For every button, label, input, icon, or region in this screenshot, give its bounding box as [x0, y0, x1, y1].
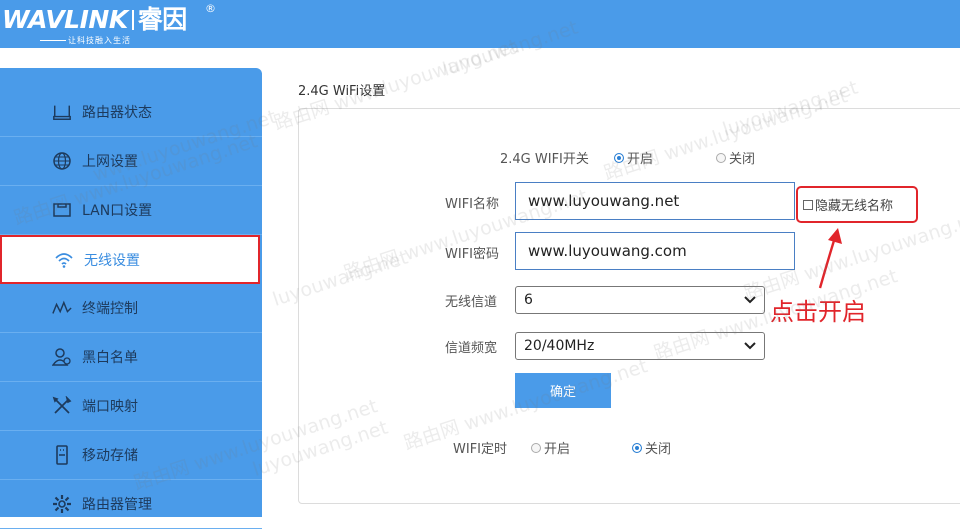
- hide-ssid-highlight[interactable]: 隐藏无线名称: [796, 186, 918, 223]
- sidebar-item-black-white-list[interactable]: 黑白名单: [0, 333, 262, 382]
- wifi-switch-label: 2.4G WIFI开关: [500, 152, 589, 167]
- sidebar-item-label: 路由器状态: [82, 105, 152, 121]
- radio-unselected-icon: [531, 442, 541, 453]
- hide-ssid-checkbox[interactable]: [803, 199, 813, 210]
- top-header: WAVLINK 睿因 ® 让科技融入生活: [0, 0, 960, 48]
- brand-tagline: 让科技融入生活: [68, 36, 131, 45]
- sidebar-item-label: 移动存储: [82, 448, 138, 464]
- wifi-timer-off-radio[interactable]: 关闭: [632, 438, 671, 457]
- wifi-icon: [54, 250, 74, 270]
- users-icon: [52, 347, 72, 367]
- sidebar-item-internet-settings[interactable]: 上网设置: [0, 137, 262, 186]
- sidebar-item-router-status[interactable]: 路由器状态: [0, 88, 262, 137]
- chevron-down-icon: [744, 340, 756, 352]
- hide-ssid-label: 隐藏无线名称: [815, 199, 894, 214]
- radio-selected-icon: [632, 442, 642, 453]
- sidebar-item-label: 无线设置: [84, 252, 140, 269]
- sidebar-item-device-control[interactable]: 终端控制: [0, 284, 262, 333]
- channel-select[interactable]: 6: [515, 286, 765, 314]
- lan-port-icon: [52, 200, 72, 220]
- globe-icon: [52, 151, 72, 171]
- sidebar-nav: 路由器状态 上网设置 LAN口设置 无线设置 终端控制 黑白名单 端口映射 移动…: [0, 68, 262, 529]
- radio-unselected-icon: [716, 152, 726, 163]
- annotation-text: 点击开启: [770, 298, 866, 326]
- sidebar-item-router-management[interactable]: 路由器管理: [0, 480, 262, 529]
- radio-selected-icon: [614, 152, 624, 163]
- sidebar-item-label: 路由器管理: [82, 497, 152, 513]
- annotation-arrow-icon: [818, 228, 842, 289]
- sidebar-item-wireless-settings[interactable]: 无线设置: [0, 235, 260, 284]
- tools-icon: [52, 396, 72, 416]
- wifi-timer-label: WIFI定时: [453, 442, 507, 457]
- ssid-input[interactable]: www.luyouwang.net: [515, 182, 795, 220]
- sidebar-item-label: 端口映射: [82, 399, 138, 415]
- sidebar-item-label: LAN口设置: [82, 203, 153, 219]
- sidebar-item-label: 上网设置: [82, 154, 138, 170]
- sidebar-item-lan-settings[interactable]: LAN口设置: [0, 186, 262, 235]
- wifi-timer-on-radio[interactable]: 开启: [531, 438, 570, 457]
- gear-icon: [52, 494, 72, 514]
- bandwidth-label: 信道频宽: [445, 341, 498, 356]
- sidebar-item-port-mapping[interactable]: 端口映射: [0, 382, 262, 431]
- channel-label: 无线信道: [445, 295, 498, 310]
- bandwidth-select[interactable]: 20/40MHz: [515, 332, 765, 360]
- password-input[interactable]: www.luyouwang.com: [515, 232, 795, 270]
- ssid-label: WIFI名称: [445, 197, 499, 212]
- wifi-switch-on-radio[interactable]: 开启: [614, 148, 653, 167]
- sidebar-item-mobile-storage[interactable]: 移动存储: [0, 431, 262, 480]
- sidebar-item-label: 黑白名单: [82, 350, 138, 366]
- confirm-button[interactable]: 确定: [515, 373, 611, 408]
- password-label: WIFI密码: [445, 247, 499, 262]
- section-title: 2.4G WiFi设置: [298, 84, 386, 99]
- storage-icon: [52, 445, 72, 465]
- sidebar-item-label: 终端控制: [82, 301, 138, 317]
- chevron-down-icon: [744, 294, 756, 306]
- wave-icon: [52, 298, 72, 318]
- router-icon: [52, 102, 72, 122]
- wifi-switch-off-radio[interactable]: 关闭: [716, 148, 755, 167]
